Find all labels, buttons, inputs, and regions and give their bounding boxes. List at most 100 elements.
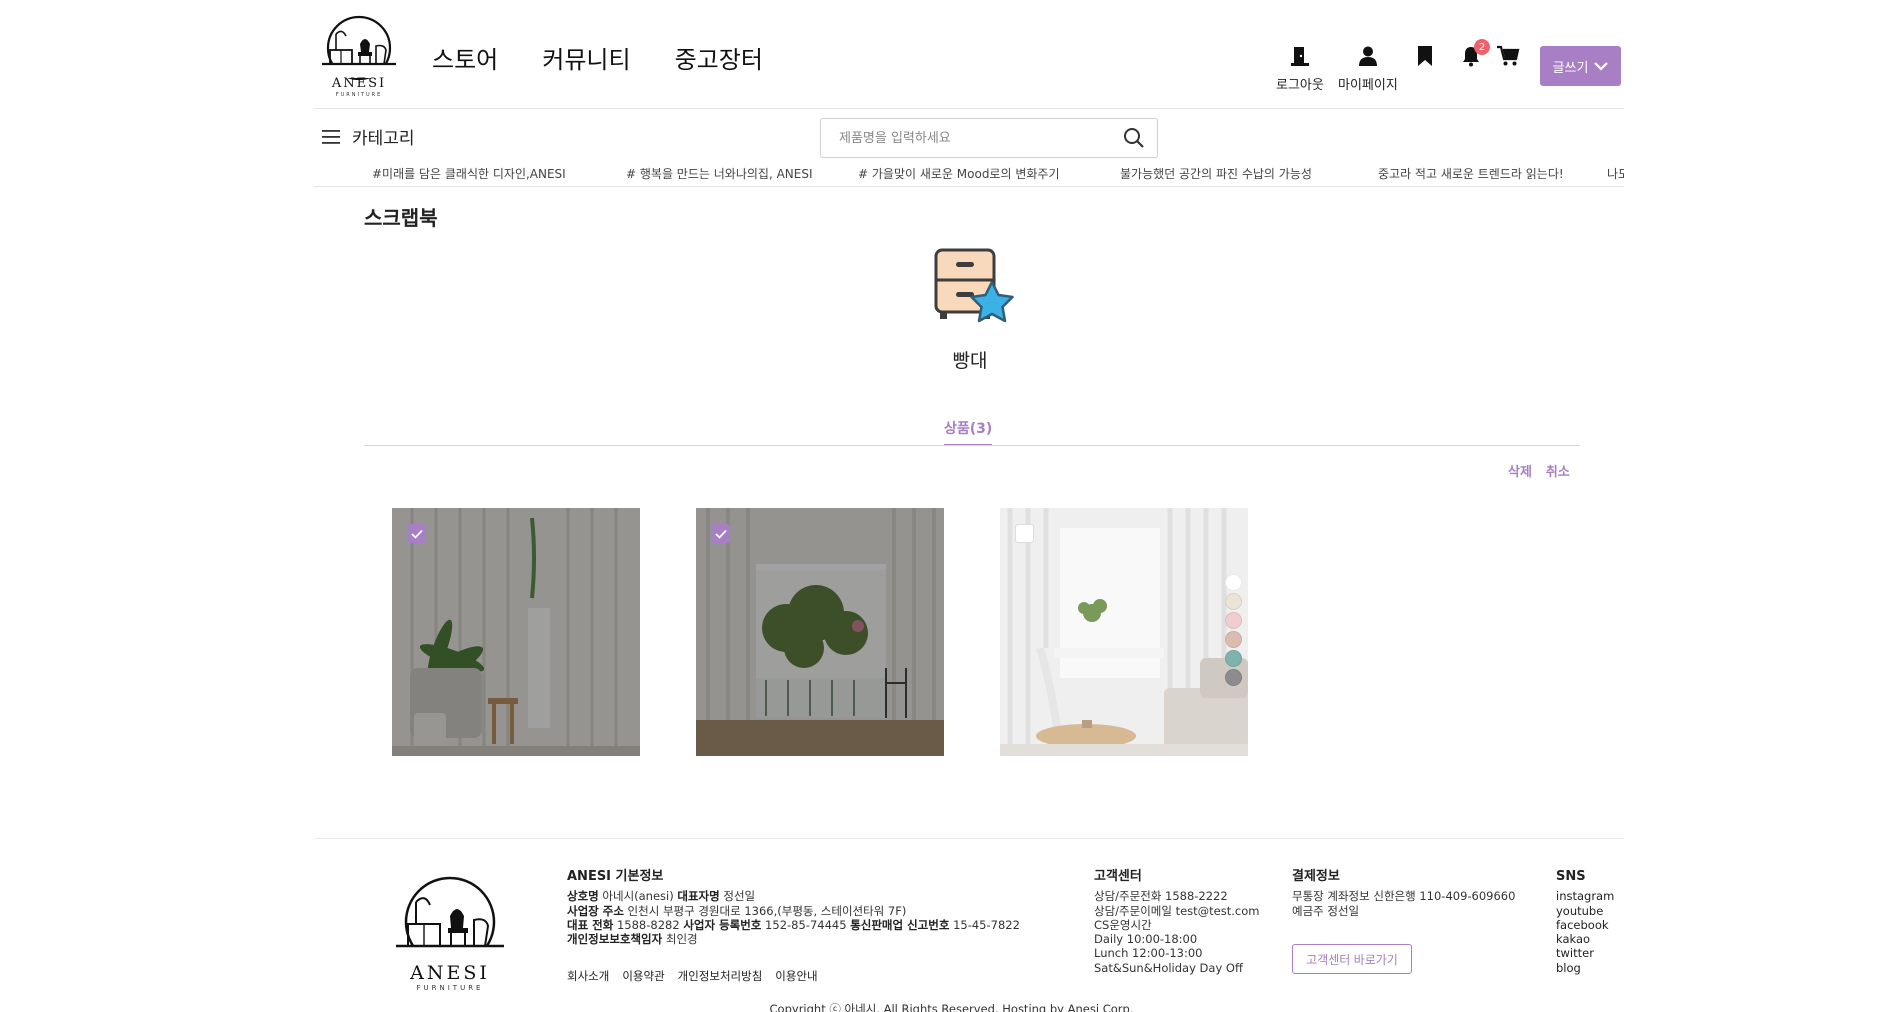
bookmark-icon <box>1416 44 1434 68</box>
delete-button[interactable]: 삭제 <box>1508 461 1532 480</box>
nav-used-market[interactable]: 중고장터 <box>675 40 763 75</box>
logo-emblem-icon <box>322 15 396 81</box>
sns-blog[interactable]: blog <box>1556 961 1614 975</box>
info-line: 대표 전화 1588-8282 사업자 등록번호 152-85-74445 통신… <box>567 917 1020 932</box>
swatch-pink[interactable] <box>1225 612 1242 629</box>
selected-overlay <box>696 508 944 756</box>
link-terms[interactable]: 이용약관 <box>622 968 664 984</box>
sns-kakao[interactable]: kakao <box>1556 932 1614 946</box>
cart-icon <box>1496 44 1520 68</box>
info-line: 사업장 주소 인천시 부평구 경원대로 1366,(부평동, 스테이션타워 7F… <box>567 903 907 918</box>
customer-center-button[interactable]: 고객센터 바로가기 <box>1292 944 1412 974</box>
link-guide[interactable]: 이용안내 <box>775 968 817 984</box>
sns-title: SNS <box>1556 869 1586 884</box>
swatch-ivory[interactable] <box>1225 593 1242 610</box>
cs-line: 상담/주문전화 1588-2222 <box>1094 889 1228 904</box>
footer-brand-subtitle: FURNITURE <box>416 984 484 992</box>
sns-facebook[interactable]: facebook <box>1556 918 1614 932</box>
check-icon <box>714 529 727 539</box>
select-checkbox[interactable] <box>1015 524 1034 543</box>
tab-products[interactable]: 상품(3) <box>944 418 993 446</box>
chevron-down-icon <box>1594 62 1609 71</box>
mypage-button[interactable]: 마이페이지 <box>1338 44 1398 93</box>
pay-title: 결제정보 <box>1292 869 1340 884</box>
ticker-item[interactable]: #미래를 담은 클래식한 디자인,ANESI <box>372 165 566 182</box>
link-company[interactable]: 회사소개 <box>567 968 609 984</box>
check-icon <box>410 529 423 539</box>
logout-icon <box>1289 44 1311 68</box>
category-label: 카테고리 <box>352 129 415 149</box>
brand-name: ANESI <box>331 76 387 91</box>
keyword-ticker: #미래를 담은 클래식한 디자인,ANESI # 행복을 만드는 너와나의집, … <box>314 165 1624 185</box>
nav-community[interactable]: 커뮤니티 <box>542 40 630 75</box>
footer-divider <box>314 838 1624 839</box>
header-divider <box>314 108 1624 109</box>
main-nav: 스토어 커뮤니티 중고장터 <box>432 40 763 75</box>
footer-logo: ANESI FURNITURE <box>392 874 508 992</box>
page-title: 스크랩북 <box>364 206 438 230</box>
logout-label: 로그아웃 <box>1276 78 1324 93</box>
search-input[interactable] <box>839 130 1123 146</box>
footer-links: 회사소개 이용약관 개인정보처리방침 이용안내 <box>567 968 818 984</box>
link-privacy[interactable]: 개인정보처리방침 <box>678 968 763 984</box>
cancel-button[interactable]: 취소 <box>1546 461 1570 480</box>
edit-actions: 삭제 취소 <box>1508 461 1570 480</box>
ticker-item[interactable]: # 가을맞이 새로운 Mood로의 변화주기 <box>858 165 1060 182</box>
cs-line: Daily 10:00-18:00 <box>1094 932 1198 947</box>
search-icon[interactable] <box>1123 127 1145 149</box>
sns-twitter[interactable]: twitter <box>1556 946 1614 960</box>
swatch-beige[interactable] <box>1225 631 1242 648</box>
cs-line: CS운영시간 <box>1094 917 1152 932</box>
pay-line: 무통장 계좌정보 신한은행 110-409-609660 <box>1292 889 1516 904</box>
bell-icon: 2 <box>1460 39 1490 68</box>
footer-payment-info: 결제정보 무통장 계좌정보 신한은행 110-409-609660 예금주 정선… <box>1292 869 1516 918</box>
nav-store[interactable]: 스토어 <box>432 40 498 75</box>
ticker-item[interactable]: 불가능했던 공간의 파진 수납의 가능성 <box>1120 165 1312 182</box>
info-line: 개인정보보호책임자 최인경 <box>567 932 698 947</box>
product-card[interactable] <box>392 508 640 756</box>
cs-line: 상담/주문이메일 test@test.com <box>1094 903 1260 918</box>
logo-emblem-icon <box>396 876 504 968</box>
footer-brand-name: ANESI <box>410 962 490 984</box>
mypage-label: 마이페이지 <box>1338 78 1398 93</box>
select-checkbox[interactable] <box>407 524 426 543</box>
bookmark-button[interactable] <box>1416 44 1434 68</box>
product-card[interactable] <box>1000 508 1248 756</box>
search-box <box>820 118 1158 158</box>
footer-sns: SNS instagram youtube facebook kakao twi… <box>1556 869 1614 975</box>
product-image-curtain-living-room <box>1000 508 1248 756</box>
cs-line: Sat&Sun&Holiday Day Off <box>1094 960 1243 975</box>
footer-company-info: ANESI 기본정보 상호명 아네시(anesi) 대표자명 정선일 사업장 주… <box>567 869 1020 947</box>
swatch-white[interactable] <box>1225 574 1242 591</box>
selected-overlay <box>392 508 640 756</box>
pay-line: 예금주 정선일 <box>1292 903 1360 918</box>
drawer-star-icon <box>930 246 1018 326</box>
write-dropdown-button[interactable]: 글쓰기 <box>1540 46 1621 86</box>
folder-name: 빵대 <box>952 350 988 372</box>
write-label: 글쓰기 <box>1552 59 1589 75</box>
select-checkbox[interactable] <box>711 524 730 543</box>
notification-button[interactable]: 2 <box>1460 39 1490 68</box>
hamburger-icon <box>322 129 340 144</box>
cs-title: 고객센터 <box>1094 869 1142 884</box>
category-menu-button[interactable]: 카테고리 <box>322 124 415 149</box>
cart-button[interactable] <box>1496 44 1520 68</box>
brand-logo[interactable]: ANESI FURNITURE <box>318 14 400 98</box>
color-swatches <box>1225 574 1242 686</box>
footer-customer-center: 고객센터 상담/주문전화 1588-2222 상담/주문이메일 test@tes… <box>1094 869 1260 975</box>
logout-button[interactable]: 로그아웃 <box>1276 44 1324 93</box>
info-line: 상호명 아네시(anesi) 대표자명 정선일 <box>567 889 756 904</box>
ticker-item[interactable]: 중고라 적고 새로운 트렌드라 읽는다! <box>1378 165 1564 182</box>
tab-divider <box>364 445 1580 446</box>
swatch-mint[interactable] <box>1225 650 1242 667</box>
company-info-title: ANESI 기본정보 <box>567 869 664 884</box>
product-card[interactable] <box>696 508 944 756</box>
sns-youtube[interactable]: youtube <box>1556 904 1614 918</box>
ticker-divider <box>314 186 1624 187</box>
swatch-gray[interactable] <box>1225 669 1242 686</box>
cs-line: Lunch 12:00-13:00 <box>1094 946 1203 961</box>
ticker-item[interactable]: # 행복을 만드는 너와나의집, ANESI <box>626 165 813 182</box>
ticker-item[interactable]: 나도 <box>1607 165 1624 182</box>
sns-instagram[interactable]: instagram <box>1556 889 1614 903</box>
copyright: Copyright ⓒ 아네시. All Rights Reserved. Ho… <box>769 1002 1134 1012</box>
